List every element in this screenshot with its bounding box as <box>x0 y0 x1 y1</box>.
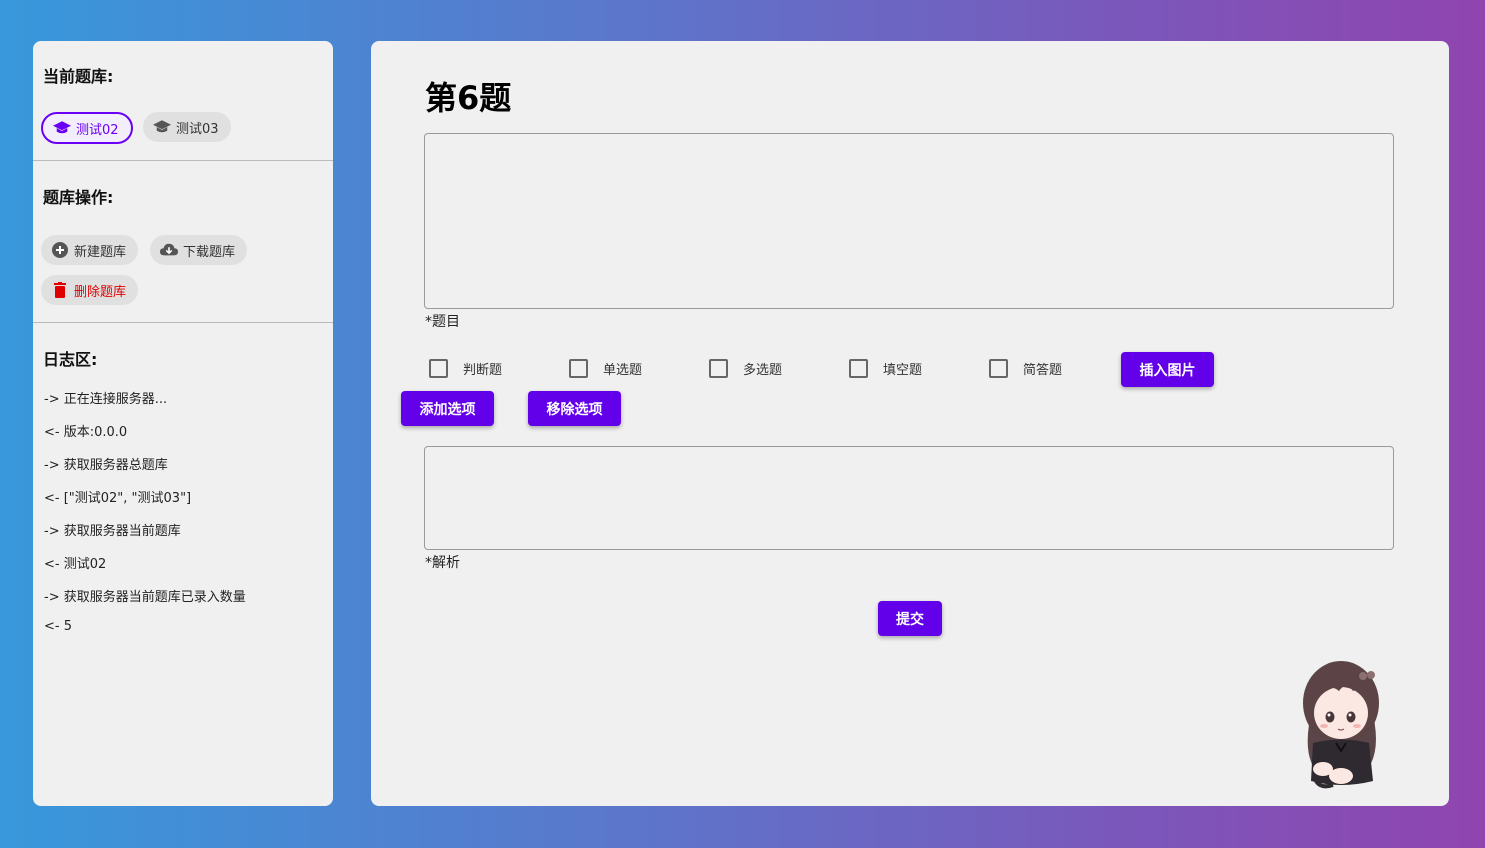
question-input[interactable] <box>424 133 1394 309</box>
bank-chip-test02[interactable]: 测试02 <box>41 112 133 144</box>
type-label: 单选题 <box>603 363 643 378</box>
plus-circle-icon <box>51 241 69 259</box>
divider <box>33 322 333 323</box>
checkbox-box[interactable] <box>709 359 728 378</box>
type-checkbox-single[interactable]: 单选题 <box>569 359 642 378</box>
download-bank-button[interactable]: 下载题库 <box>150 235 248 265</box>
bank-ops-heading: 题库操作: <box>43 188 114 207</box>
type-label: 简答题 <box>1023 363 1063 378</box>
log-line: -> 正在连接服务器... <box>44 392 168 407</box>
bank-chip-label: 测试03 <box>176 121 219 137</box>
insert-image-button[interactable]: 插入图片 <box>1121 352 1214 387</box>
analysis-input[interactable] <box>424 446 1394 550</box>
submit-button[interactable]: 提交 <box>878 601 942 636</box>
type-checkbox-multi[interactable]: 多选题 <box>709 359 782 378</box>
bank-chip-test03[interactable]: 测试03 <box>143 112 231 142</box>
type-label: 判断题 <box>463 363 503 378</box>
log-line: <- 测试02 <box>44 557 107 572</box>
sidebar-panel: 当前题库: 测试02 测试03 题库操作: 新建题库 下载题库 删除题库 日志区… <box>33 41 333 806</box>
question-field-label: *题目 <box>425 314 460 330</box>
log-line: -> 获取服务器当前题库 <box>44 524 181 539</box>
log-line: <- 版本:0.0.0 <box>44 425 128 440</box>
checkbox-box[interactable] <box>429 359 448 378</box>
delete-bank-label: 删除题库 <box>74 284 127 300</box>
log-heading: 日志区: <box>43 350 98 369</box>
add-option-button[interactable]: 添加选项 <box>401 391 494 426</box>
cloud-download-icon <box>160 241 178 259</box>
trash-icon <box>51 281 69 299</box>
type-checkbox-fill[interactable]: 填空题 <box>849 359 922 378</box>
new-bank-label: 新建题库 <box>74 244 127 260</box>
checkbox-box[interactable] <box>569 359 588 378</box>
divider <box>33 160 333 161</box>
type-label: 填空题 <box>883 363 923 378</box>
remove-option-button[interactable]: 移除选项 <box>528 391 621 426</box>
type-checkbox-judge[interactable]: 判断题 <box>429 359 502 378</box>
log-line: <- ["测试02", "测试03"] <box>44 491 192 506</box>
bank-chip-label: 测试02 <box>76 122 119 138</box>
graduation-cap-icon <box>53 119 71 137</box>
mascot-image <box>1303 661 1379 789</box>
log-line: -> 获取服务器总题库 <box>44 458 168 473</box>
graduation-cap-icon <box>153 118 171 136</box>
new-bank-button[interactable]: 新建题库 <box>41 235 139 265</box>
checkbox-box[interactable] <box>989 359 1008 378</box>
checkbox-box[interactable] <box>849 359 868 378</box>
page-title: 第6题 <box>425 79 512 117</box>
current-bank-heading: 当前题库: <box>43 67 114 86</box>
log-line: <- 5 <box>44 619 72 634</box>
download-bank-label: 下载题库 <box>183 244 236 260</box>
type-checkbox-short[interactable]: 简答题 <box>989 359 1062 378</box>
editor-panel: 第6题 *题目 判断题 单选题 多选题 填空题 简答题 插入图片 添加选项 移除… <box>371 41 1449 806</box>
type-label: 多选题 <box>743 363 783 378</box>
analysis-field-label: *解析 <box>425 555 460 571</box>
log-line: -> 获取服务器当前题库已录入数量 <box>44 590 246 605</box>
delete-bank-button[interactable]: 删除题库 <box>41 275 139 305</box>
